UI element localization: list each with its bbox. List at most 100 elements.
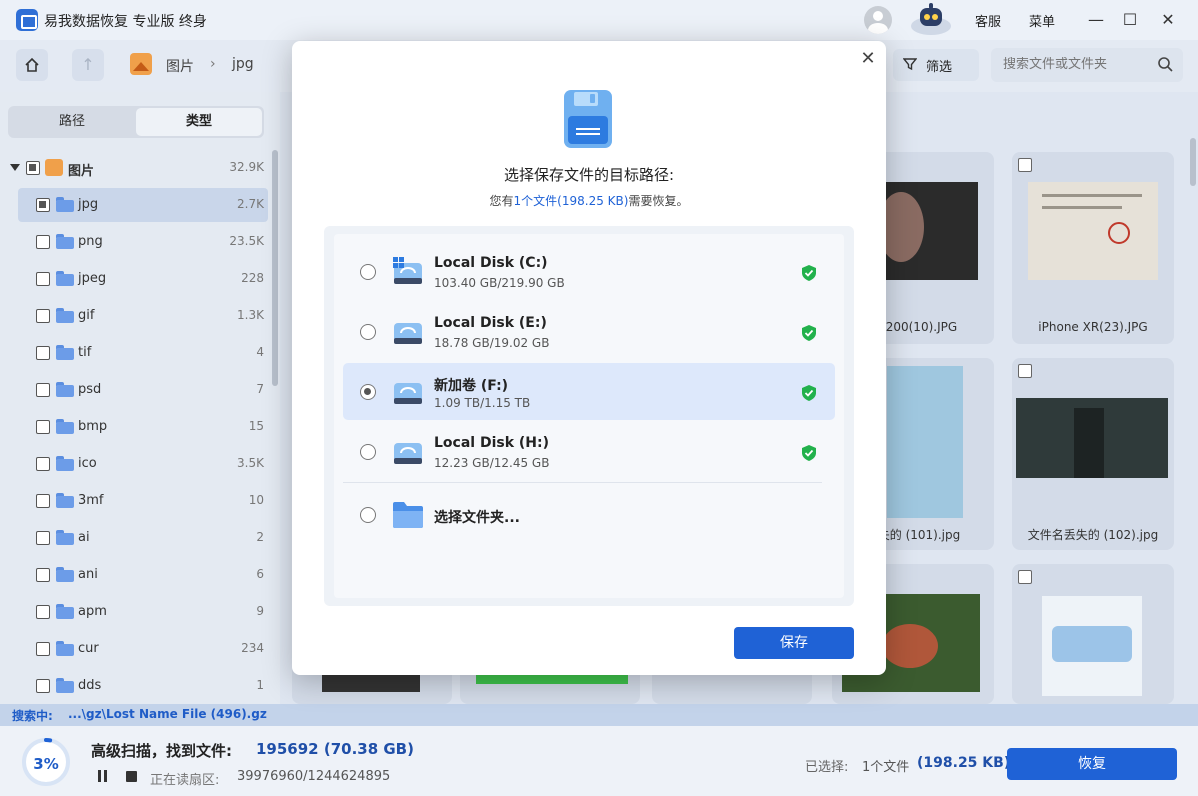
sidebar-item-ai[interactable]: ai 2	[18, 521, 268, 555]
tree-label: psd	[78, 382, 102, 397]
customer-service-link[interactable]: 客服	[975, 11, 1001, 30]
folder-icon	[393, 502, 423, 528]
tab-type[interactable]: 类型	[136, 108, 262, 136]
tree-label: tif	[78, 345, 92, 360]
folder-icon	[56, 308, 74, 323]
file-card[interactable]: 文件名丢失的 (102).jpg	[1012, 358, 1174, 550]
tree-checkbox[interactable]	[36, 494, 50, 508]
sidebar-item-gif[interactable]: gif 1.3K	[18, 299, 268, 333]
save-button[interactable]: 保存	[734, 627, 854, 659]
sidebar-item-psd[interactable]: psd 7	[18, 373, 268, 407]
folder-icon	[56, 271, 74, 286]
images-folder-icon	[45, 159, 63, 176]
recover-button[interactable]: 恢复	[1007, 748, 1177, 780]
stop-icon[interactable]	[126, 771, 137, 782]
tree-checkbox[interactable]	[26, 161, 40, 175]
sidebar-item-png[interactable]: png 23.5K	[18, 225, 268, 259]
tree-checkbox[interactable]	[36, 309, 50, 323]
file-checkbox[interactable]	[1018, 158, 1032, 172]
tree-checkbox[interactable]	[36, 457, 50, 471]
sidebar-item-cur[interactable]: cur 234	[18, 632, 268, 666]
maximize-button[interactable]: ☐	[1118, 8, 1142, 32]
assistant-robot-icon[interactable]	[908, 2, 954, 36]
tab-path[interactable]: 路径	[10, 108, 134, 136]
tree-checkbox[interactable]	[36, 642, 50, 656]
pause-icon[interactable]	[97, 770, 109, 782]
sidebar-scrollbar[interactable]	[272, 150, 278, 386]
user-avatar-icon[interactable]	[864, 6, 892, 34]
tree-count: 4	[256, 345, 264, 359]
tree-checkbox[interactable]	[36, 568, 50, 582]
folder-icon	[56, 382, 74, 397]
tree-checkbox[interactable]	[36, 605, 50, 619]
drive-option[interactable]: 新加卷 (F:) 1.09 TB/1.15 TB	[343, 363, 835, 420]
hard-drive-icon	[394, 383, 422, 404]
drive-option[interactable]: Local Disk (E:) 18.78 GB/19.02 GB	[343, 303, 835, 360]
app-title: 易我数据恢复 专业版 终身	[44, 14, 207, 30]
drive-option[interactable]: Local Disk (C:) 103.40 GB/219.90 GB	[343, 243, 835, 300]
file-card[interactable]	[1012, 564, 1174, 704]
home-button[interactable]	[16, 49, 48, 81]
breadcrumb-images[interactable]: 图片	[166, 56, 194, 76]
go-up-button[interactable]: ↑	[72, 49, 104, 81]
file-checkbox[interactable]	[1018, 364, 1032, 378]
selected-label: 已选择:	[805, 760, 849, 775]
hard-drive-icon	[394, 323, 422, 344]
minimize-button[interactable]: —	[1084, 8, 1108, 32]
tree-checkbox[interactable]	[36, 531, 50, 545]
drive-name: 新加卷 (F:)	[434, 378, 509, 394]
tree-checkbox[interactable]	[36, 198, 50, 212]
sidebar-item-bmp[interactable]: bmp 15	[18, 410, 268, 444]
sidebar-item-ani[interactable]: ani 6	[18, 558, 268, 592]
tree-checkbox[interactable]	[36, 383, 50, 397]
tree-label: 3mf	[78, 493, 104, 508]
sidebar-item-apm[interactable]: apm 9	[18, 595, 268, 629]
choose-folder-radio[interactable]	[360, 507, 376, 523]
tree-count: 10	[248, 493, 264, 507]
folder-icon	[56, 197, 74, 212]
drive-size: 12.23 GB/12.45 GB	[434, 456, 550, 470]
search-icon[interactable]	[1157, 56, 1173, 72]
dialog-close-button[interactable]: ✕	[858, 50, 878, 70]
subtitle-prefix: 您有	[489, 194, 514, 208]
sidebar-item-jpeg[interactable]: jpeg 228	[18, 262, 268, 296]
sidebar-item-jpg[interactable]: jpg 2.7K	[18, 188, 268, 222]
drive-option[interactable]: Local Disk (H:) 12.23 GB/12.45 GB	[343, 423, 835, 480]
tree-label: apm	[78, 604, 107, 619]
tree-label: ani	[78, 567, 98, 582]
file-card[interactable]: iPhone XR(23).JPG	[1012, 152, 1174, 344]
tree-checkbox[interactable]	[36, 272, 50, 286]
drive-size: 1.09 TB/1.15 TB	[434, 396, 531, 410]
dialog-subtitle: 您有1个文件(198.25 KB)需要恢复。	[292, 192, 886, 209]
sidebar-item-ico[interactable]: ico 3.5K	[18, 447, 268, 481]
tree-label: dds	[78, 678, 102, 693]
folder-icon	[56, 567, 74, 582]
sidebar-item-dds[interactable]: dds 1	[18, 669, 268, 703]
tree-checkbox[interactable]	[36, 679, 50, 693]
subtitle-highlight: 1个文件(198.25 KB)	[513, 194, 629, 208]
filter-label: 筛选	[926, 60, 953, 75]
tree-checkbox[interactable]	[36, 346, 50, 360]
drive-radio[interactable]	[360, 324, 376, 340]
content-scrollbar[interactable]	[1190, 138, 1196, 186]
sector-value: 39976960/1244624895	[237, 769, 391, 784]
tree-label: jpeg	[78, 271, 107, 286]
scan-count: 195692 (70.38 GB)	[256, 740, 414, 758]
tree-count: 9	[256, 604, 264, 618]
file-checkbox[interactable]	[1018, 570, 1032, 584]
window-close-button[interactable]: ✕	[1156, 8, 1180, 32]
drive-radio[interactable]	[360, 384, 376, 400]
tree-checkbox[interactable]	[36, 235, 50, 249]
tree-root-images[interactable]: 图片 32.9K	[8, 151, 268, 185]
drive-name: Local Disk (C:)	[434, 255, 548, 271]
tree-label: png	[78, 234, 103, 249]
drive-radio[interactable]	[360, 264, 376, 280]
breadcrumb-jpg[interactable]: jpg	[232, 56, 254, 72]
tree-checkbox[interactable]	[36, 420, 50, 434]
sidebar-item-tif[interactable]: tif 4	[18, 336, 268, 370]
file-thumbnail	[1028, 182, 1158, 280]
drive-radio[interactable]	[360, 444, 376, 460]
menu-link[interactable]: 菜单	[1029, 11, 1055, 30]
search-input[interactable]	[1003, 57, 1153, 72]
sidebar-item-3mf[interactable]: 3mf 10	[18, 484, 268, 518]
